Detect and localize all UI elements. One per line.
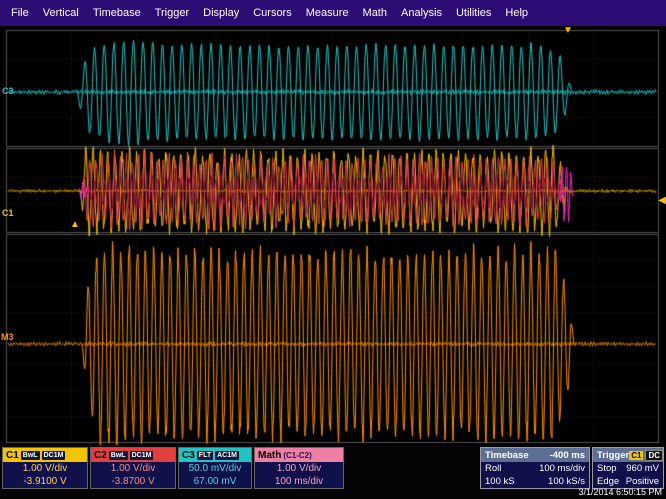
channel-id-c3: C3 bbox=[182, 450, 195, 461]
menu-item-display[interactable]: Display bbox=[196, 3, 246, 23]
trigger-title: Trigger bbox=[597, 450, 629, 461]
menu-bar: File Vertical Timebase Trigger Display C… bbox=[0, 0, 666, 26]
bandwidth-limit-badge-c2: BwL bbox=[109, 451, 128, 460]
bandwidth-limit-badge-c1: BwL bbox=[21, 451, 40, 460]
math-expression: (C1-C2) bbox=[283, 451, 311, 460]
channel-descriptor-c2[interactable]: C2 BwL DC1M 1.00 V/div -3.8700 V bbox=[90, 447, 176, 489]
channel-id-c1: C1 bbox=[6, 450, 19, 461]
menu-item-help[interactable]: Help bbox=[498, 3, 535, 23]
channel-offset-c3: 67.00 mV bbox=[179, 475, 251, 488]
trigger-position-marker-icon[interactable]: ▼ bbox=[563, 26, 573, 36]
channel-offset-marker-m3[interactable]: M3 bbox=[1, 332, 14, 342]
channel-offset-c2: -3.8700 V bbox=[91, 475, 175, 488]
waveform-canvas[interactable] bbox=[0, 26, 666, 445]
channel-id-c2: C2 bbox=[94, 450, 107, 461]
trigger-time-marker-icon[interactable]: ▲ bbox=[70, 220, 80, 230]
trigger-level-arrow-icon[interactable]: ◀ bbox=[658, 196, 666, 206]
channel-descriptor-c2-header: C2 BwL DC1M bbox=[91, 448, 175, 462]
menu-item-vertical[interactable]: Vertical bbox=[36, 3, 86, 23]
timebase-descriptor[interactable]: Timebase -400 ms Roll 100 ms/div 100 kS … bbox=[480, 447, 590, 489]
trigger-descriptor[interactable]: Trigger C1 DC Stop 960 mV Edge Positive bbox=[592, 447, 664, 489]
status-bar: C1 BwL DC1M 1.00 V/div -3.9100 V C2 BwL … bbox=[0, 445, 666, 499]
channel-offset-c1: -3.9100 V bbox=[3, 475, 87, 488]
timebase-mode: Roll bbox=[485, 462, 501, 475]
datetime-display: 3/1/2014 6:50:15 PM bbox=[578, 487, 662, 497]
timebase-scale: 100 ms/div bbox=[539, 462, 585, 475]
menu-item-utilities[interactable]: Utilities bbox=[449, 3, 498, 23]
timebase-samples: 100 kS bbox=[485, 475, 515, 488]
menu-item-timebase[interactable]: Timebase bbox=[86, 3, 148, 23]
math-descriptor[interactable]: Math (C1-C2) 1.00 V/div 100 ms/div bbox=[254, 447, 344, 489]
math-scale: 1.00 V/div bbox=[255, 462, 343, 475]
coupling-badge-c3: AC1M bbox=[215, 451, 239, 460]
channel-offset-marker-c3[interactable]: C3 bbox=[2, 86, 14, 96]
trigger-mode: Stop bbox=[597, 462, 617, 475]
math-descriptor-header: Math (C1-C2) bbox=[255, 448, 343, 462]
trigger-coupling-badge: DC bbox=[645, 450, 663, 461]
coupling-badge-c2: DC1M bbox=[130, 451, 154, 460]
channel-scale-c2: 1.00 V/div bbox=[91, 462, 175, 475]
menu-item-measure[interactable]: Measure bbox=[299, 3, 356, 23]
channel-descriptor-c1-header: C1 BwL DC1M bbox=[3, 448, 87, 462]
menu-item-trigger[interactable]: Trigger bbox=[148, 3, 196, 23]
channel-offset-marker-c1[interactable]: C1 bbox=[2, 208, 14, 218]
timebase-offset: -400 ms bbox=[550, 450, 585, 461]
channel-descriptor-c3[interactable]: C3 FLT AC1M 50.0 mV/div 67.00 mV bbox=[178, 447, 252, 489]
filter-badge-c3: FLT bbox=[197, 451, 213, 460]
timebase-title: Timebase bbox=[485, 450, 529, 461]
menu-item-file[interactable]: File bbox=[4, 3, 36, 23]
menu-item-math[interactable]: Math bbox=[356, 3, 394, 23]
trigger-source-badge: C1 bbox=[629, 451, 643, 460]
menu-item-cursors[interactable]: Cursors bbox=[246, 3, 299, 23]
channel-descriptor-c1[interactable]: C1 BwL DC1M 1.00 V/div -3.9100 V bbox=[2, 447, 88, 489]
channel-scale-c1: 1.00 V/div bbox=[3, 462, 87, 475]
channel-scale-c3: 50.0 mV/div bbox=[179, 462, 251, 475]
oscilloscope-app: File Vertical Timebase Trigger Display C… bbox=[0, 0, 666, 499]
math-id: Math bbox=[258, 450, 281, 461]
coupling-badge-c1: DC1M bbox=[42, 451, 66, 460]
channel-descriptor-c3-header: C3 FLT AC1M bbox=[179, 448, 251, 462]
menu-item-analysis[interactable]: Analysis bbox=[394, 3, 449, 23]
waveform-display[interactable] bbox=[0, 26, 666, 445]
math-timebase: 100 ms/div bbox=[255, 475, 343, 488]
trigger-level: 960 mV bbox=[626, 462, 659, 475]
